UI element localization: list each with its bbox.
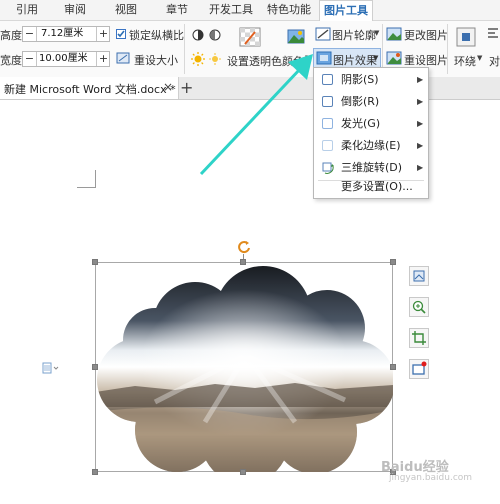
resize-handle[interactable] xyxy=(390,259,396,265)
menu-item-more-settings[interactable]: 更多设置(O)... xyxy=(314,176,428,198)
soft-edge-icon xyxy=(322,140,333,151)
height-value[interactable]: 7.12厘米 xyxy=(41,27,83,41)
change-picture-icon[interactable] xyxy=(386,26,402,42)
resize-handle[interactable] xyxy=(92,364,98,370)
tab-references[interactable]: 引用 xyxy=(8,0,46,20)
3d-rotation-icon xyxy=(321,161,335,175)
picture-border-icon[interactable] xyxy=(409,359,429,379)
anchor-icon[interactable] xyxy=(42,362,60,374)
cloud-picture[interactable] xyxy=(95,262,393,472)
menu-item-label: 更多设置(O)... xyxy=(341,180,413,193)
height-spinner[interactable]: − 7.12厘米 + xyxy=(22,26,110,42)
submenu-arrow-icon: ▶ xyxy=(417,75,424,84)
new-tab-button[interactable]: + xyxy=(180,78,193,97)
submenu-arrow-icon: ▶ xyxy=(417,119,424,128)
menu-item-shadow[interactable]: 阴影(S) ▶ xyxy=(314,69,428,91)
reflection-icon xyxy=(322,96,333,107)
menu-item-soft-edge[interactable]: 柔化边缘(E) ▶ xyxy=(314,135,428,157)
lock-ratio-checkbox[interactable] xyxy=(116,29,126,39)
lock-ratio-label[interactable]: 锁定纵横比 xyxy=(129,27,184,43)
zoom-in-icon[interactable] xyxy=(409,297,429,317)
resize-handle[interactable] xyxy=(390,364,396,370)
ribbon-separator xyxy=(184,24,185,74)
height-increase-button[interactable]: + xyxy=(96,27,110,41)
picture-effect-menu: 阴影(S) ▶ 倒影(R) ▶ 发光(G) ▶ 柔化边缘(E) ▶ 三维旋转(D… xyxy=(313,67,429,199)
submenu-arrow-icon: ▶ xyxy=(417,97,424,106)
ribbon-separator xyxy=(447,24,448,74)
close-tab-icon[interactable]: × xyxy=(163,80,173,94)
menu-item-reflection[interactable]: 倒影(R) ▶ xyxy=(314,91,428,113)
picture-effect-dropdown-icon: ▼ xyxy=(373,54,379,62)
tab-view[interactable]: 视图 xyxy=(104,0,148,20)
width-value[interactable]: 10.00厘米 xyxy=(39,52,88,66)
watermark-url: jingyan.baidu.com xyxy=(389,473,473,483)
width-increase-button[interactable]: + xyxy=(96,52,110,66)
tab-review[interactable]: 审阅 xyxy=(52,0,98,20)
menu-bar: 引用 审阅 视图 章节 开发工具 特色功能 图片工具 xyxy=(0,0,500,22)
margin-crop-mark xyxy=(95,170,96,188)
margin-crop-mark xyxy=(77,187,95,188)
wrap-text-icon[interactable] xyxy=(455,26,477,48)
wrap-dropdown-icon[interactable]: ▼ xyxy=(477,54,482,62)
menu-item-label: 阴影(S) xyxy=(341,73,379,86)
callout-arrow xyxy=(199,54,313,176)
menu-item-label: 柔化边缘(E) xyxy=(341,139,401,152)
picture-outline-dropdown-icon[interactable]: ▼ xyxy=(374,29,379,37)
picture-outline-label[interactable]: 图片轮廓 xyxy=(332,27,376,43)
tab-picture-tools[interactable]: 图片工具 xyxy=(319,0,373,22)
reset-size-label[interactable]: 重设大小 xyxy=(134,52,178,68)
wrap-label[interactable]: 环绕 xyxy=(454,53,476,69)
document-title: 新建 Microsoft Word 文档.docx * xyxy=(4,83,176,96)
width-decrease-button[interactable]: − xyxy=(23,52,37,66)
resize-handle[interactable] xyxy=(92,469,98,475)
reset-picture-label[interactable]: 重设图片 xyxy=(404,52,448,68)
reset-picture-icon[interactable] xyxy=(386,50,402,66)
submenu-arrow-icon: ▶ xyxy=(417,141,424,150)
menu-item-label: 倒影(R) xyxy=(341,95,380,108)
rotate-handle-icon[interactable] xyxy=(237,240,251,254)
layout-options-icon[interactable] xyxy=(409,266,429,286)
tab-section[interactable]: 章节 xyxy=(154,0,200,20)
tab-special-features[interactable]: 特色功能 xyxy=(261,0,317,20)
width-spinner[interactable]: − 10.00厘米 + xyxy=(22,51,110,67)
align-icon[interactable] xyxy=(486,26,500,42)
resize-handle[interactable] xyxy=(240,259,246,265)
menu-item-label: 发光(G) xyxy=(341,117,381,130)
resize-handle[interactable] xyxy=(92,259,98,265)
reset-size-icon[interactable] xyxy=(116,50,132,66)
document-tab[interactable]: 新建 Microsoft Word 文档.docx * × xyxy=(0,77,179,99)
height-decrease-button[interactable]: − xyxy=(23,27,37,41)
picture-effect-label: 图片效果 xyxy=(333,54,377,67)
shadow-icon xyxy=(322,74,333,85)
crop-icon[interactable] xyxy=(409,328,429,348)
change-picture-label[interactable]: 更改图片 xyxy=(404,27,448,43)
menu-item-glow[interactable]: 发光(G) ▶ xyxy=(314,113,428,135)
glow-icon xyxy=(322,118,333,129)
resize-handle[interactable] xyxy=(240,469,246,475)
tab-developer[interactable]: 开发工具 xyxy=(203,0,259,20)
align-label[interactable]: 对 xyxy=(489,53,500,69)
